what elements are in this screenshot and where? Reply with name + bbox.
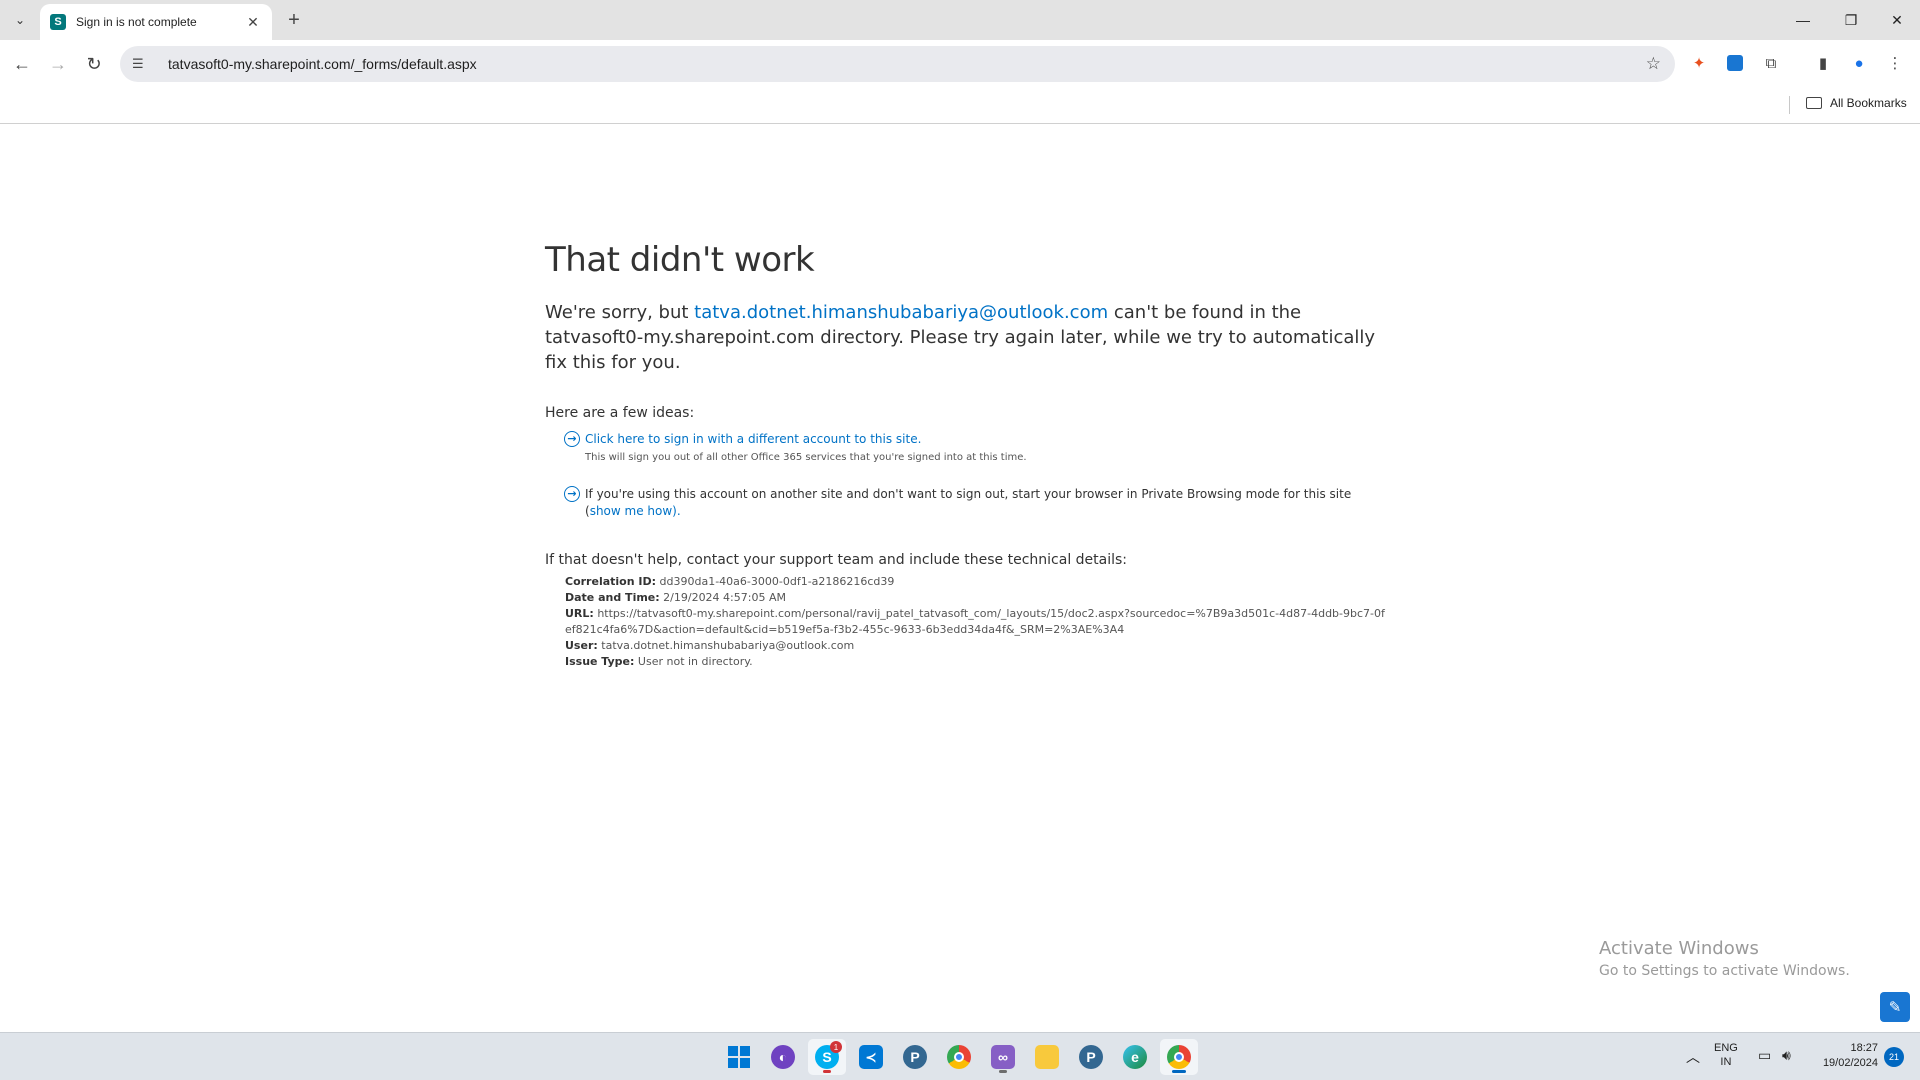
taskbar-vscode[interactable]: ≺ <box>852 1039 890 1075</box>
running-indicator <box>823 1070 831 1073</box>
tab-title: Sign in is not complete <box>76 15 197 29</box>
detail-issue-type: Issue Type: User not in directory. <box>565 655 753 668</box>
clock-date: 19/02/2024 <box>1822 1057 1878 1069</box>
extension-blue-icon[interactable] <box>1722 50 1748 76</box>
taskbar-file-explorer[interactable] <box>1028 1039 1066 1075</box>
taskbar-postgres-2[interactable]: P <box>1072 1039 1110 1075</box>
watermark-subtitle: Go to Settings to activate Windows. <box>1599 963 1850 979</box>
taskbar-edge[interactable]: e <box>1116 1039 1154 1075</box>
language-indicator[interactable]: ENG IN <box>1714 1041 1738 1069</box>
chrome-icon <box>947 1045 971 1069</box>
site-info-icon[interactable]: ☰ <box>132 56 152 72</box>
postgres-elephant-icon: P <box>903 1045 927 1069</box>
chrome-icon <box>1167 1045 1191 1069</box>
start-button[interactable] <box>720 1039 758 1075</box>
bookmarks-bar: All Bookmarks <box>0 88 1920 124</box>
folder-icon <box>1035 1045 1059 1069</box>
sign-in-different-account-link[interactable]: Click here to sign in with a different a… <box>585 432 921 446</box>
taskbar-chrome-1[interactable] <box>940 1039 978 1075</box>
taskbar-postgres-1[interactable]: P <box>896 1039 934 1075</box>
all-bookmarks-button[interactable]: All Bookmarks <box>1806 96 1907 110</box>
windows-logo-icon <box>728 1046 750 1068</box>
browser-tab[interactable]: S Sign in is not complete ✕ <box>40 4 272 40</box>
skype-badge: 1 <box>830 1041 842 1053</box>
clock[interactable]: 18:27 19/02/2024 <box>1808 1041 1878 1071</box>
idea-sign-in-different-account: → Click here to sign in with a different… <box>545 431 1385 466</box>
taskbar-chrome-2[interactable] <box>1160 1039 1198 1075</box>
idea1-note: This will sign you out of all other Offi… <box>585 452 1027 463</box>
extension-puzzle-orange-icon[interactable]: ✦ <box>1686 50 1712 76</box>
reload-icon[interactable]: ↻ <box>80 50 108 78</box>
menu-kebab-icon[interactable]: ⋮ <box>1882 50 1908 76</box>
side-panel-icon[interactable]: ▮ <box>1810 50 1836 76</box>
vscode-icon: ≺ <box>859 1045 883 1069</box>
activate-windows-watermark: Activate Windows Go to Settings to activ… <box>1599 938 1850 979</box>
network-icon[interactable]: ▭ <box>1758 1047 1771 1064</box>
error-content: That didn't work We're sorry, but tatva.… <box>545 240 1385 670</box>
help-heading: If that doesn't help, contact your suppo… <box>545 552 1128 568</box>
arrow-circle-icon: → <box>564 431 580 447</box>
technical-details: Correlation ID: dd390da1-40a6-3000-0df1-… <box>545 574 1385 670</box>
visual-studio-icon: ∞ <box>991 1045 1015 1069</box>
taskbar-visual-studio[interactable]: ∞ <box>984 1039 1022 1075</box>
edge-icon: e <box>1123 1045 1147 1069</box>
taskbar-github-desktop[interactable]: ◐ <box>764 1039 802 1075</box>
detail-datetime: Date and Time: 2/19/2024 4:57:05 AM <box>565 591 786 604</box>
notification-badge[interactable]: 21 <box>1884 1047 1904 1067</box>
idea-private-browsing: → If you're using this account on anothe… <box>545 486 1385 520</box>
address-bar[interactable]: ☰ tatvasoft0-my.sharepoint.com/_forms/de… <box>120 46 1675 82</box>
clock-time: 18:27 <box>1850 1042 1878 1054</box>
page-title: That didn't work <box>545 240 815 280</box>
lead-prefix: We're sorry, but <box>545 302 695 323</box>
tab-strip: ⌄ S Sign in is not complete ✕ + — ❐ ✕ <box>0 0 1920 40</box>
forward-icon[interactable]: → <box>44 50 72 78</box>
back-icon[interactable]: ← <box>8 50 36 78</box>
watermark-title: Activate Windows <box>1599 938 1759 959</box>
bookmarks-divider <box>1789 96 1790 114</box>
tab-search-chevron-icon[interactable]: ⌄ <box>6 8 34 32</box>
detail-correlation: Correlation ID: dd390da1-40a6-3000-0df1-… <box>565 575 895 588</box>
detail-url: URL: https://tatvasoft0-my.sharepoint.co… <box>565 607 1385 636</box>
profile-icon[interactable]: ● <box>1846 50 1872 76</box>
taskbar: ◐ S 1 ≺ P ∞ P e ︿ ENG IN ▭ 🔊︎ 18:27 19/0… <box>0 1032 1920 1080</box>
github-desktop-icon: ◐ <box>771 1045 795 1069</box>
bookmark-star-icon[interactable]: ☆ <box>1646 54 1661 74</box>
show-me-how-link[interactable]: show me how <box>590 504 672 518</box>
browser-toolbar: ← → ↻ ☰ tatvasoft0-my.sharepoint.com/_fo… <box>0 40 1920 124</box>
restore-icon[interactable]: ❐ <box>1828 0 1874 40</box>
pen-tool-icon[interactable]: ✎ <box>1880 992 1910 1022</box>
taskbar-skype[interactable]: S 1 <box>808 1039 846 1075</box>
idea2-end: ). <box>672 504 681 518</box>
ideas-heading: Here are a few ideas: <box>545 405 695 421</box>
error-message: We're sorry, but tatva.dotnet.himanshuba… <box>545 300 1385 375</box>
postgres-elephant-icon: P <box>1079 1045 1103 1069</box>
folder-icon <box>1806 97 1822 109</box>
running-indicator <box>999 1070 1007 1073</box>
all-bookmarks-label: All Bookmarks <box>1830 96 1907 110</box>
minimize-icon[interactable]: — <box>1780 0 1826 40</box>
show-hidden-icons-chevron-icon[interactable]: ︿ <box>1686 1047 1700 1067</box>
idea2-text: If you're using this account on another … <box>585 487 1352 518</box>
volume-icon[interactable]: 🔊︎ <box>1782 1047 1791 1064</box>
detail-user: User: tatva.dotnet.himanshubabariya@outl… <box>565 639 855 652</box>
close-window-icon[interactable]: ✕ <box>1874 0 1920 40</box>
account-email-link[interactable]: tatva.dotnet.himanshubabariya@outlook.co… <box>694 302 1108 323</box>
extensions-icon[interactable]: ⧉ <box>1758 50 1784 76</box>
new-tab-button[interactable]: + <box>280 8 308 32</box>
running-indicator <box>1172 1070 1186 1073</box>
sharepoint-favicon-icon: S <box>50 14 66 30</box>
arrow-circle-icon: → <box>564 486 580 502</box>
address-url[interactable]: tatvasoft0-my.sharepoint.com/_forms/defa… <box>168 56 477 72</box>
tab-close-icon[interactable]: ✕ <box>244 14 262 31</box>
